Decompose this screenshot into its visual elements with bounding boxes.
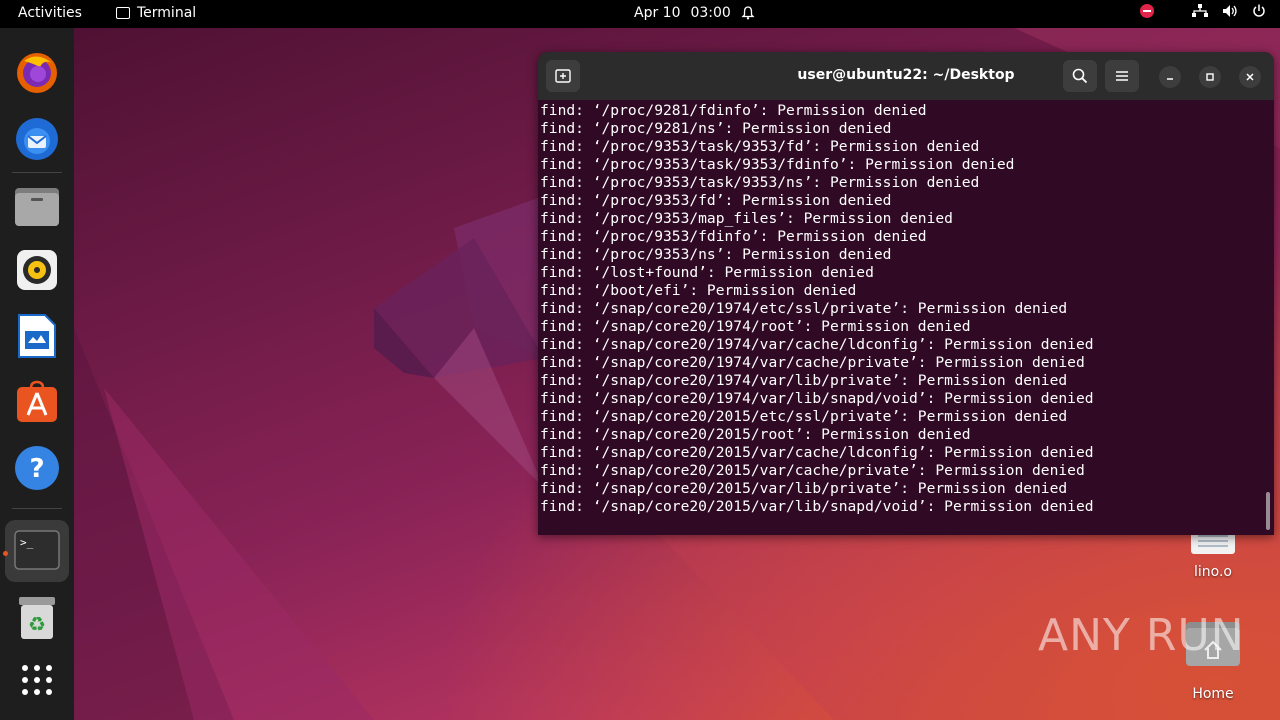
- terminal-headerbar[interactable]: user@ubuntu22: ~/Desktop: [538, 52, 1274, 100]
- terminal-line: find: ‘/snap/core20/1974/var/cache/priva…: [540, 354, 1085, 371]
- terminal-line: find: ‘/proc/9353/task/9353/ns’: Permiss…: [540, 174, 980, 191]
- terminal-line: find: ‘/snap/core20/2015/var/lib/snapd/v…: [540, 498, 1094, 515]
- maximize-icon: [1206, 73, 1214, 81]
- show-apps-icon[interactable]: [13, 656, 61, 704]
- svg-text:>_: >_: [20, 536, 34, 549]
- clock-time: 03:00: [690, 5, 731, 21]
- terminal-window[interactable]: user@ubuntu22: ~/Desktop find: ‘/proc/92…: [538, 52, 1274, 535]
- system-tray[interactable]: [1140, 4, 1266, 18]
- terminal-icon[interactable]: >_: [13, 526, 61, 574]
- terminal-line: find: ‘/snap/core20/1974/var/lib/snapd/v…: [540, 390, 1094, 407]
- terminal-line: find: ‘/proc/9353/fdinfo’: Permission de…: [540, 228, 927, 245]
- terminal-line: find: ‘/snap/core20/2015/root’: Permissi…: [540, 426, 971, 443]
- desktop-icon-lino[interactable]: lino.o: [1180, 528, 1246, 580]
- menu-button[interactable]: [1105, 60, 1139, 92]
- scrollbar[interactable]: [1266, 492, 1270, 530]
- maximize-button[interactable]: [1199, 66, 1221, 88]
- rhythmbox-icon[interactable]: [13, 246, 61, 294]
- terminal-line: find: ‘/snap/core20/1974/root’: Permissi…: [540, 318, 971, 335]
- terminal-line: find: ‘/proc/9281/ns’: Permission denied: [540, 120, 892, 137]
- running-indicator: [3, 551, 8, 556]
- power-icon: [1253, 4, 1265, 17]
- terminal-line: find: ‘/boot/efi’: Permission denied: [540, 282, 857, 299]
- files-icon[interactable]: [13, 182, 61, 230]
- desktop-icon-label: Home: [1192, 686, 1234, 702]
- terminal-line: find: ‘/proc/9353/map_files’: Permission…: [540, 210, 953, 227]
- libreoffice-writer-icon[interactable]: [13, 312, 61, 360]
- terminal-output[interactable]: find: ‘/proc/9281/fdinfo’: Permission de…: [540, 102, 1260, 516]
- minimize-icon: [1167, 78, 1173, 80]
- terminal-line: find: ‘/snap/core20/1974/var/cache/ldcon…: [540, 336, 1094, 353]
- terminal-line: find: ‘/snap/core20/1974/etc/ssl/private…: [540, 300, 1068, 317]
- terminal-line: find: ‘/proc/9281/fdinfo’: Permission de…: [540, 102, 927, 119]
- clock-date: Apr 10: [634, 5, 681, 21]
- thunderbird-icon[interactable]: [13, 114, 61, 162]
- help-icon[interactable]: ?: [13, 444, 61, 492]
- search-button[interactable]: [1063, 60, 1097, 92]
- trash-icon[interactable]: ♻: [13, 594, 61, 642]
- close-icon: [1246, 73, 1254, 81]
- terminal-line: find: ‘/proc/9353/ns’: Permission denied: [540, 246, 892, 263]
- app-menu[interactable]: Terminal: [116, 5, 196, 21]
- terminal-line: find: ‘/proc/9353/task/9353/fdinfo’: Per…: [540, 156, 1015, 173]
- bell-icon: [741, 6, 755, 20]
- desktop-icon-label: lino.o: [1194, 564, 1232, 580]
- hamburger-menu-icon: [1116, 71, 1128, 81]
- search-icon: [1072, 68, 1088, 84]
- minimize-button[interactable]: [1159, 66, 1181, 88]
- app-center-icon[interactable]: [13, 378, 61, 426]
- close-button[interactable]: [1239, 66, 1261, 88]
- svg-text:♻: ♻: [28, 612, 46, 636]
- terminal-line: find: ‘/snap/core20/2015/var/lib/private…: [540, 480, 1068, 497]
- volume-icon: [1223, 5, 1237, 17]
- do-not-disturb-icon[interactable]: [1140, 4, 1154, 18]
- terminal-small-icon: [116, 7, 130, 19]
- activities-button[interactable]: Activities: [18, 5, 82, 21]
- watermark-text: ANY RUN: [1038, 610, 1245, 661]
- dock-separator: [12, 508, 62, 509]
- terminal-line: find: ‘/snap/core20/1974/var/lib/private…: [540, 372, 1068, 389]
- dock-separator: [12, 172, 62, 173]
- terminal-line: find: ‘/proc/9353/task/9353/fd’: Permiss…: [540, 138, 980, 155]
- svg-text:?: ?: [29, 454, 44, 484]
- firefox-icon[interactable]: [13, 48, 61, 96]
- terminal-line: find: ‘/snap/core20/2015/var/cache/ldcon…: [540, 444, 1094, 461]
- clock[interactable]: Apr 10 03:00: [634, 5, 755, 21]
- terminal-line: find: ‘/snap/core20/2015/etc/ssl/private…: [540, 408, 1068, 425]
- terminal-line: find: ‘/lost+found’: Permission denied: [540, 264, 874, 281]
- terminal-line: find: ‘/snap/core20/2015/var/cache/priva…: [540, 462, 1085, 479]
- app-name: Terminal: [137, 5, 197, 21]
- dock: ? >_ ♻: [0, 28, 74, 720]
- network-icon: [1192, 4, 1208, 17]
- top-bar: Activities Terminal Apr 10 03:00: [0, 0, 1280, 28]
- watermark: ANY RUN: [1038, 610, 1245, 661]
- terminal-line: find: ‘/proc/9353/fd’: Permission denied: [540, 192, 892, 209]
